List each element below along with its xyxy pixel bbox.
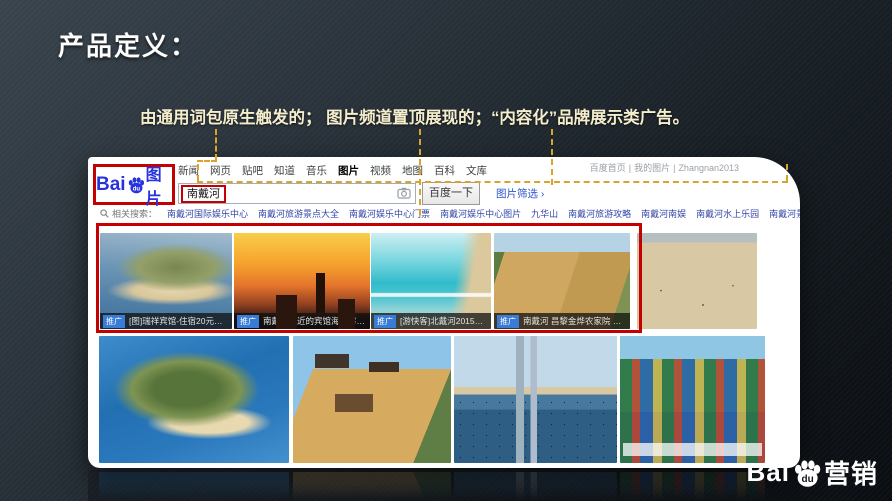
related-term[interactable]: 南戴河水上乐园 <box>696 207 759 220</box>
nav-dashed-left-tick <box>197 164 199 181</box>
related-label: 相关搜索： <box>100 207 157 220</box>
tab-news[interactable]: 新闻 <box>178 163 199 178</box>
ad-caption-bar: 推广 南戴河附近的宾馆海景房70… <box>234 313 370 329</box>
result-caption[interactable] <box>623 443 762 456</box>
ad-image-sand-slide[interactable]: 推广 南戴河 昌黎金烨农家院 欢迎… <box>494 233 630 329</box>
brand-text-suffix: 营销 <box>824 454 878 491</box>
baidu-image-logo[interactable]: Bai du 图片 <box>93 164 175 205</box>
tab-baike[interactable]: 百科 <box>434 163 455 178</box>
tab-web[interactable]: 网页 <box>210 163 231 178</box>
ad-caption-text[interactable]: [游快客]北戴河2015网上… <box>400 315 488 327</box>
related-searches: 相关搜索： 南戴河国际娱乐中心 南戴河旅游景点大全 南戴河娱乐中心门票 南戴河娱… <box>100 207 800 220</box>
header-links: 百度首页|我的图片|Zhangnan2013 <box>587 161 742 174</box>
tab-music[interactable]: 音乐 <box>306 163 327 178</box>
related-term[interactable]: 南戴河娱乐中心图片 <box>440 207 521 220</box>
search-bar: 南戴河 百度一下 图片筛选 › <box>178 182 544 205</box>
svg-text:du: du <box>132 186 140 192</box>
related-label-text: 相关搜索： <box>112 207 157 220</box>
tab-video[interactable]: 视频 <box>370 163 391 178</box>
presentation-slide: 产品定义： 由通用词包原生触发的； 图片频道置顶展现的；“内容化”品牌展示类广告… <box>0 0 892 501</box>
baidu-paw-icon: du <box>792 458 822 488</box>
separator: | <box>629 163 631 173</box>
ad-image-turquoise-beach[interactable]: 推广 [游快客]北戴河2015网上… <box>371 233 491 329</box>
baidu-image-search-screenshot: 百度首页|我的图片|Zhangnan2013 Bai du 图片 新闻 网页 贴… <box>88 157 800 468</box>
page-title: 产品定义： <box>58 26 198 63</box>
tab-zhidao[interactable]: 知道 <box>274 163 295 178</box>
leader-line-vertical-1 <box>215 129 217 160</box>
tab-tieba[interactable]: 贴吧 <box>242 163 263 178</box>
camera-icon[interactable] <box>397 187 411 199</box>
ad-badge: 推广 <box>103 315 125 328</box>
home-link[interactable]: 百度首页 <box>590 163 626 173</box>
search-icon <box>100 209 109 218</box>
leader-line-foot-1 <box>197 160 217 162</box>
related-term[interactable]: 南戴河南娱 <box>641 207 686 220</box>
image-filter-link[interactable]: 图片筛选 › <box>496 186 544 201</box>
related-term[interactable]: 南戴河旅游景点大全 <box>258 207 339 220</box>
ad-badge: 推广 <box>497 315 519 328</box>
result-image-city-beach[interactable] <box>454 336 617 463</box>
tab-images-active[interactable]: 图片 <box>338 163 359 178</box>
related-term[interactable]: 南戴河娱乐中心门票 <box>349 207 430 220</box>
ad-caption-bar: 推广 [游快客]北戴河2015网上… <box>371 313 491 329</box>
ad-caption-bar: 推广 南戴河 昌黎金烨农家院 欢迎… <box>494 313 630 329</box>
account-link[interactable]: Zhangnan2013 <box>678 163 739 173</box>
slide-subtitle: 由通用词包原生触发的； 图片频道置顶展现的；“内容化”品牌展示类广告。 <box>140 104 689 128</box>
ad-caption-text[interactable]: 南戴河附近的宾馆海景房70… <box>263 315 367 327</box>
search-query[interactable]: 南戴河 <box>181 185 226 203</box>
leader-line-vertical-2 <box>419 129 421 215</box>
separator: | <box>673 163 675 173</box>
related-term[interactable]: 南戴河国际娱乐中心 <box>167 207 248 220</box>
channel-nav: 新闻 网页 贴吧 知道 音乐 图片 视频 地图 百科 文库 <box>178 163 487 178</box>
logo-text-bai: Bai <box>96 174 126 196</box>
baidu-marketing-logo: Bai du 营销 <box>747 454 878 491</box>
my-pictures-link[interactable]: 我的图片 <box>634 163 670 173</box>
tab-wenku[interactable]: 文库 <box>466 163 487 178</box>
related-term[interactable]: 九华山 <box>531 207 558 220</box>
ad-caption-bar: 推广 [图]瑞祥宾馆-住宿20元南戴… <box>100 313 232 329</box>
related-term[interactable]: 南戴河旅游攻略 <box>568 207 631 220</box>
related-term[interactable]: 南戴河景点图片 <box>769 207 800 220</box>
ad-image-sunset[interactable]: 推广 南戴河附近的宾馆海景房70… <box>234 233 370 329</box>
chevron-right-icon: › <box>541 188 545 200</box>
result-image-temple-sand-slide[interactable] <box>293 336 451 463</box>
brand-text-bai: Bai <box>747 457 790 488</box>
nav-dashed-right-tick <box>786 164 788 181</box>
result-image-bay-aerial[interactable] <box>99 336 289 463</box>
logo-text-product: 图片 <box>146 161 172 209</box>
ad-caption-text[interactable]: 南戴河 昌黎金烨农家院 欢迎… <box>523 315 627 327</box>
result-image-water-park[interactable] <box>620 336 765 463</box>
ad-badge: 推广 <box>374 315 396 328</box>
baidu-paw-icon: du <box>127 174 145 196</box>
leader-line-vertical-3 <box>551 129 553 185</box>
nav-underline-dashed <box>197 181 788 183</box>
ad-image-coastal-aerial[interactable]: 推广 [图]瑞祥宾馆-住宿20元南戴… <box>100 233 232 329</box>
svg-text:du: du <box>802 473 814 484</box>
screenshot-reflection <box>88 470 800 501</box>
ad-caption-text[interactable]: [图]瑞祥宾馆-住宿20元南戴… <box>129 315 229 327</box>
ad-badge: 推广 <box>237 315 259 328</box>
search-button[interactable]: 百度一下 <box>422 182 480 205</box>
organic-image-beach-crowd[interactable] <box>637 233 757 329</box>
search-input[interactable]: 南戴河 <box>178 183 416 204</box>
filter-label: 图片筛选 <box>496 188 538 200</box>
